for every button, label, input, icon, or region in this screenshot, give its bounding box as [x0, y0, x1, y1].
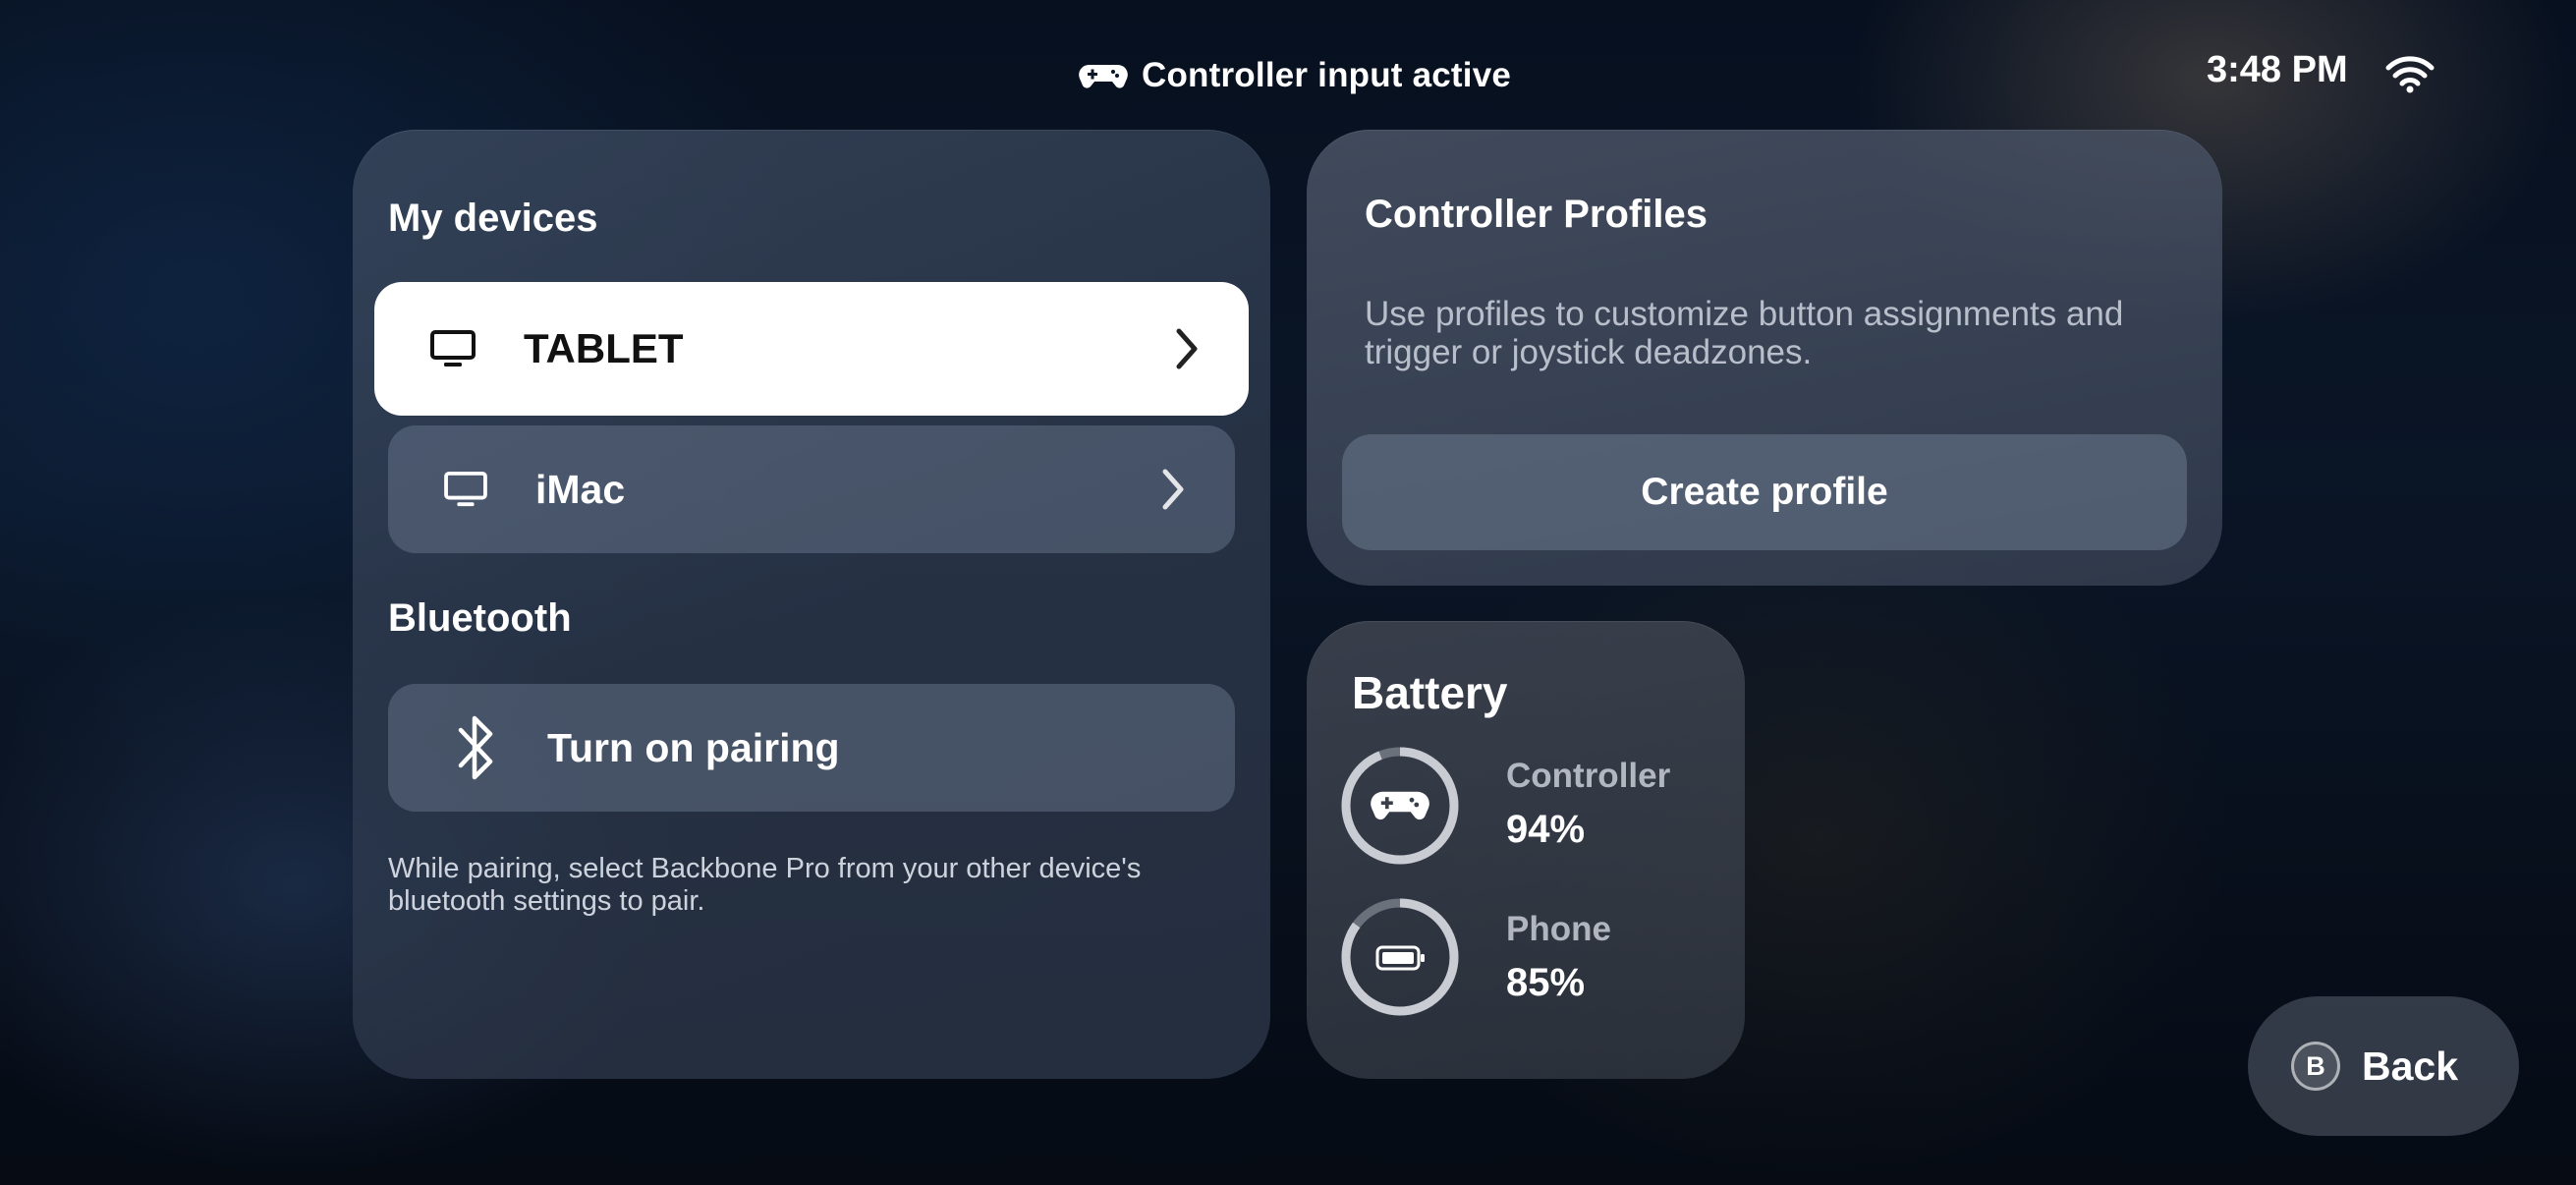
- chevron-right-icon: [1160, 468, 1186, 511]
- bluetooth-icon: [455, 710, 498, 785]
- pairing-label: Turn on pairing: [547, 724, 840, 770]
- device-name: iMac: [535, 466, 626, 512]
- back-button[interactable]: B Back: [2248, 996, 2519, 1136]
- turn-on-pairing-button[interactable]: Turn on pairing: [388, 684, 1235, 812]
- controller-battery-label: Controller: [1506, 757, 1671, 795]
- clock: 3:48 PM: [2207, 49, 2348, 90]
- chevron-right-icon: [1174, 327, 1200, 370]
- wifi-icon: [2385, 55, 2435, 94]
- back-label: Back: [2362, 1043, 2459, 1089]
- phone-battery-value: 85%: [1506, 961, 1586, 1004]
- gamepad-icon: [1079, 61, 1128, 90]
- phone-battery-label: Phone: [1506, 910, 1611, 948]
- battery-icon: [1375, 944, 1427, 972]
- my-devices-title: My devices: [388, 197, 598, 240]
- profiles-description: Use profiles to customize button assignm…: [1365, 295, 2124, 371]
- profiles-title: Controller Profiles: [1365, 193, 1708, 236]
- device-row-tablet[interactable]: TABLET: [374, 282, 1249, 416]
- controller-status: Controller input active: [1079, 51, 1511, 100]
- create-profile-label: Create profile: [1641, 471, 1888, 513]
- monitor-icon: [429, 329, 476, 368]
- b-button-icon: B: [2291, 1042, 2340, 1091]
- device-name: TABLET: [524, 325, 684, 371]
- bluetooth-title: Bluetooth: [388, 596, 572, 640]
- controller-battery-value: 94%: [1506, 808, 1586, 851]
- b-key-label: B: [2306, 1050, 2325, 1081]
- battery-title: Battery: [1352, 667, 1508, 718]
- create-profile-button[interactable]: Create profile: [1342, 434, 2187, 550]
- device-row-imac[interactable]: iMac: [388, 425, 1235, 553]
- gamepad-icon: [1370, 787, 1430, 822]
- input-status-label: Controller input active: [1142, 56, 1512, 94]
- monitor-icon: [443, 471, 488, 508]
- pairing-hint: While pairing, select Backbone Pro from …: [388, 853, 1142, 917]
